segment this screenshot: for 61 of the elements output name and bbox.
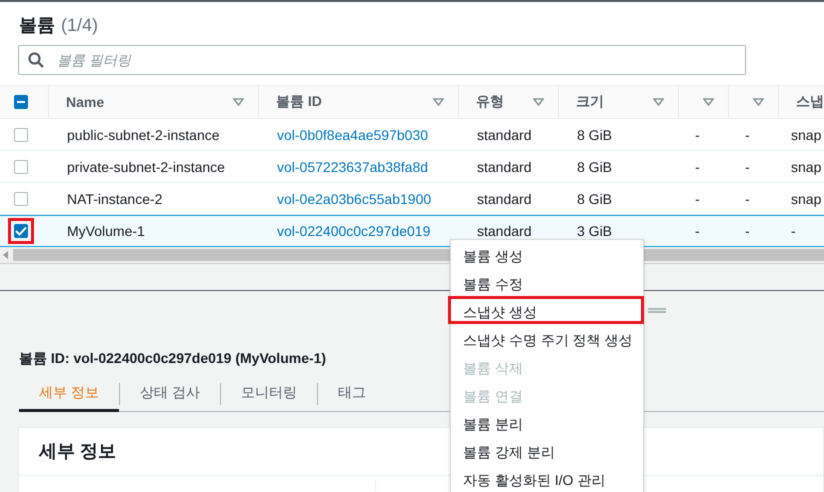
table-cell: -	[695, 158, 700, 174]
column-header[interactable]: Name	[66, 94, 104, 110]
menu-item[interactable]: 스냅샷 수명 주기 정책 생성	[448, 324, 643, 352]
section-title: 볼륨	[19, 14, 55, 37]
table-cell: -	[791, 223, 796, 239]
table-cell: 8 GiB	[577, 126, 612, 142]
table-cell: 8 GiB	[577, 158, 612, 174]
table-cell: -	[745, 126, 750, 142]
sort-caret-icon[interactable]	[433, 98, 444, 106]
tab[interactable]: 태그	[318, 376, 386, 412]
sort-caret-icon[interactable]	[653, 98, 664, 106]
details-title: 볼륨 ID: vol-022400c0c297de019 (MyVolume-1)	[19, 350, 326, 368]
row-checkbox[interactable]	[14, 224, 28, 238]
table-cell: 3 GiB	[577, 223, 612, 239]
table-cell: -	[695, 190, 700, 206]
sort-caret-icon[interactable]	[533, 98, 544, 106]
table-cell: standard	[477, 223, 532, 239]
row-checkbox[interactable]	[14, 128, 28, 142]
table-cell: NAT-instance-2	[67, 190, 162, 206]
scroll-left-icon[interactable]	[3, 251, 9, 259]
table-cell: -	[695, 223, 700, 239]
menu-item[interactable]: 볼륨 수정	[448, 268, 643, 296]
search-icon	[28, 52, 44, 68]
tab[interactable]: 상태 검사	[120, 376, 220, 412]
resize-handle[interactable]	[648, 308, 666, 313]
volume-id-link[interactable]: vol-0e2a03b6c55ab1900	[277, 190, 432, 206]
table-cell: snap	[791, 158, 822, 174]
table-cell: private-subnet-2-instance	[67, 158, 225, 174]
table-cell: 8 GiB	[577, 190, 612, 206]
column-header[interactable]: 볼륨 ID	[276, 93, 322, 111]
row-checkbox[interactable]	[14, 160, 28, 174]
table-row[interactable]: private-subnet-2-instance vol-057223637ab38fa8d standard 8 GiB - - snap	[0, 151, 824, 183]
menu-item[interactable]: 볼륨 강제 분리	[448, 436, 643, 464]
sort-caret-icon[interactable]	[753, 98, 764, 106]
menu-item[interactable]: 스냅샷 생성	[448, 296, 644, 324]
table-cell: -	[745, 190, 750, 206]
table-cell: MyVolume-1	[67, 223, 145, 239]
volume-id-link[interactable]: vol-022400c0c297de019	[277, 223, 430, 239]
table-cell: snap	[791, 126, 822, 142]
table-cell: standard	[477, 158, 532, 174]
table-row[interactable]: public-subnet-2-instance vol-0b0f8ea4ae597b030 standard 8 GiB - - snap	[0, 119, 824, 151]
table-cell: standard	[477, 190, 532, 206]
volume-id-link[interactable]: vol-0b0f8ea4ae597b030	[277, 126, 428, 142]
sort-caret-icon[interactable]	[233, 98, 244, 106]
table-row[interactable]: MyVolume-1 vol-022400c0c297de019 standard 3 GiB - - -	[0, 215, 824, 247]
row-checkbox[interactable]	[14, 192, 28, 206]
table-cell: -	[745, 223, 750, 239]
table-cell: public-subnet-2-instance	[67, 126, 220, 142]
table-cell: standard	[477, 126, 532, 142]
select-all-checkbox[interactable]	[14, 95, 28, 109]
column-header[interactable]: 유형	[476, 93, 504, 111]
selection-count: (1/4)	[61, 15, 98, 36]
table-cell: snap	[791, 190, 822, 206]
column-header[interactable]: 크기	[576, 93, 604, 111]
column-header[interactable]: 스냅	[796, 93, 824, 111]
volume-id-link[interactable]: vol-057223637ab38fa8d	[277, 158, 428, 174]
tab[interactable]: 모니터링	[220, 376, 317, 412]
table-cell: -	[745, 158, 750, 174]
table-cell: -	[695, 126, 700, 142]
sort-caret-icon[interactable]	[703, 98, 714, 106]
search-field[interactable]: 볼륨 필터링	[18, 45, 746, 75]
